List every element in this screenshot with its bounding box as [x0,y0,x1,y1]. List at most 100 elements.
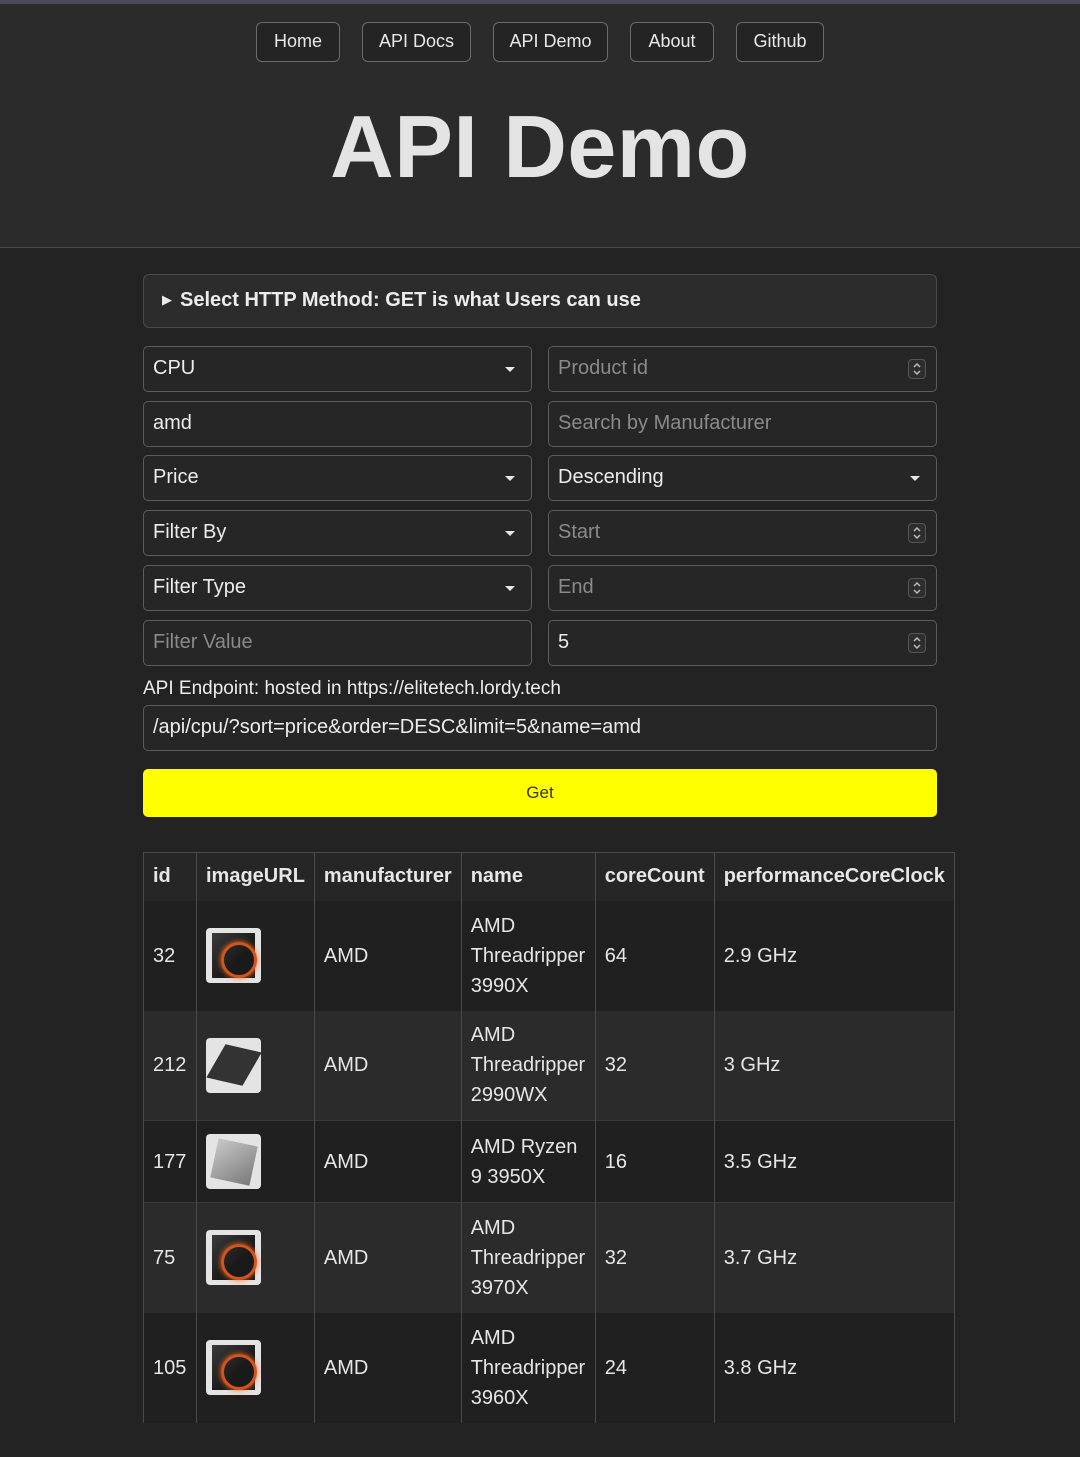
name-line: 9 3950X [470,1165,546,1188]
cell-id: 75 [143,1202,197,1313]
filter-value-input[interactable]: Filter Value [143,620,532,666]
cell-name: AMD Ryzen 9 3950X [461,1120,596,1203]
column-header[interactable]: performanceCoreClock [714,852,955,901]
name-line: AMD Ryzen [470,1135,578,1158]
cell-image [196,1120,315,1203]
category-select-value: CPU [153,357,196,379]
name-line: Threadripper [470,1356,586,1379]
column-header[interactable]: id [143,852,197,901]
cell-manufacturer: AMD [314,1010,462,1121]
filter-type-select[interactable]: Filter Type [143,565,532,611]
column-header[interactable]: imageURL [196,852,315,901]
cell-core-count: 64 [595,900,715,1011]
nav-home-button[interactable]: Home [256,22,340,62]
limit-input[interactable]: 5 [548,620,937,666]
disclosure-triangle-icon: ▶ [162,292,172,307]
nav-about-button[interactable]: About [630,22,714,62]
nav-api-demo-button[interactable]: API Demo [493,22,608,62]
spinner-arrows-icon[interactable] [908,578,926,598]
cell-clock: 3.7 GHz [714,1202,955,1313]
table-row: 32 AMD AMD Threadripper 3990X 64 2.9 GHz [143,900,955,1011]
cpu-box-icon[interactable] [206,928,261,983]
sort-select-value: Price [153,466,199,488]
cpu-chip-icon[interactable] [206,1134,261,1189]
product-id-input[interactable]: Product id [548,346,937,392]
name-search-value: amd [153,412,192,434]
product-id-placeholder: Product id [558,357,649,379]
cell-manufacturer: AMD [314,1120,462,1203]
cell-core-count: 24 [595,1312,715,1423]
http-method-summary[interactable]: ▶ Select HTTP Method: GET is what Users c… [143,274,937,328]
order-select[interactable]: Descending [548,455,937,501]
spinner-arrows-icon[interactable] [908,359,926,379]
name-line: Threadripper [470,944,586,967]
endpoint-input[interactable]: /api/cpu/?sort=price&order=DESC&limit=5&… [143,705,937,751]
table-header-row: id imageURL manufacturer name coreCount … [143,852,955,901]
filter-value-placeholder: Filter Value [153,631,253,653]
manufacturer-search-placeholder: Search by Manufacturer [558,412,772,434]
name-line: AMD [470,1216,516,1239]
cell-id: 177 [143,1120,197,1203]
chevron-down-icon [505,531,515,536]
cell-core-count: 32 [595,1202,715,1313]
cell-id: 105 [143,1312,197,1423]
cpu-box-icon[interactable] [206,1340,261,1395]
column-header[interactable]: manufacturer [314,852,462,901]
category-select[interactable]: CPU [143,346,532,392]
table-row: 105 AMD AMD Threadripper 3960X 24 3.8 GH… [143,1312,955,1423]
chevron-down-icon [505,586,515,591]
column-header[interactable]: name [461,852,596,901]
filter-by-select[interactable]: Filter By [143,510,532,556]
endpoint-label: API Endpoint: hosted in https://elitetec… [143,678,561,699]
sort-select[interactable]: Price [143,455,532,501]
cell-clock: 3 GHz [714,1010,955,1121]
start-placeholder: Start [558,521,601,543]
name-line: Threadripper [470,1054,586,1077]
cell-image [196,1202,315,1313]
page-title: API Demo [330,97,750,196]
cell-manufacturer: AMD [314,900,462,1011]
cpu-chip-icon[interactable] [206,1037,261,1093]
column-header[interactable]: coreCount [595,852,715,901]
cell-name: AMD Threadripper 3960X [461,1312,596,1423]
order-select-value: Descending [558,466,664,488]
cpu-box-icon[interactable] [206,1230,261,1286]
end-input[interactable]: End [548,565,937,611]
spinner-arrows-icon[interactable] [908,633,926,653]
cell-id: 32 [143,900,197,1011]
get-button[interactable]: Get [143,769,937,817]
name-line: AMD [470,1024,516,1047]
table-row: 75 AMD AMD Threadripper 3970X 32 3.7 GHz [143,1202,955,1313]
name-line: 2990WX [470,1084,548,1107]
results-table: id imageURL manufacturer name coreCount … [143,852,955,1423]
name-line: 3970X [470,1276,529,1299]
cell-manufacturer: AMD [314,1312,462,1423]
cell-image [196,900,315,1011]
cell-name: AMD Threadripper 2990WX [461,1010,596,1121]
chevron-down-icon [505,476,515,481]
cell-clock: 2.9 GHz [714,900,955,1011]
manufacturer-search-input[interactable]: Search by Manufacturer [548,401,937,447]
cell-clock: 3.5 GHz [714,1120,955,1203]
nav-api-docs-button[interactable]: API Docs [362,22,471,62]
end-placeholder: End [558,576,594,598]
cell-name: AMD Threadripper 3970X [461,1202,596,1313]
name-line: 3960X [470,1386,529,1409]
name-line: AMD [470,914,516,937]
endpoint-value: /api/cpu/?sort=price&order=DESC&limit=5&… [153,716,642,738]
http-method-summary-label: Select HTTP Method: GET is what Users ca… [180,289,641,311]
name-line: Threadripper [470,1246,586,1269]
name-line: AMD [470,1326,516,1349]
nav-github-button[interactable]: Github [736,22,824,62]
cell-manufacturer: AMD [314,1202,462,1313]
cell-clock: 3.8 GHz [714,1312,955,1423]
cell-id: 212 [143,1010,197,1121]
filter-type-select-value: Filter Type [153,576,246,598]
table-row: 177 AMD AMD Ryzen 9 3950X 16 3.5 GHz [143,1120,955,1203]
name-line: 3990X [470,974,529,997]
cell-image [196,1312,315,1423]
spinner-arrows-icon[interactable] [908,523,926,543]
limit-value: 5 [558,631,570,653]
start-input[interactable]: Start [548,510,937,556]
name-search-input[interactable]: amd [143,401,532,447]
